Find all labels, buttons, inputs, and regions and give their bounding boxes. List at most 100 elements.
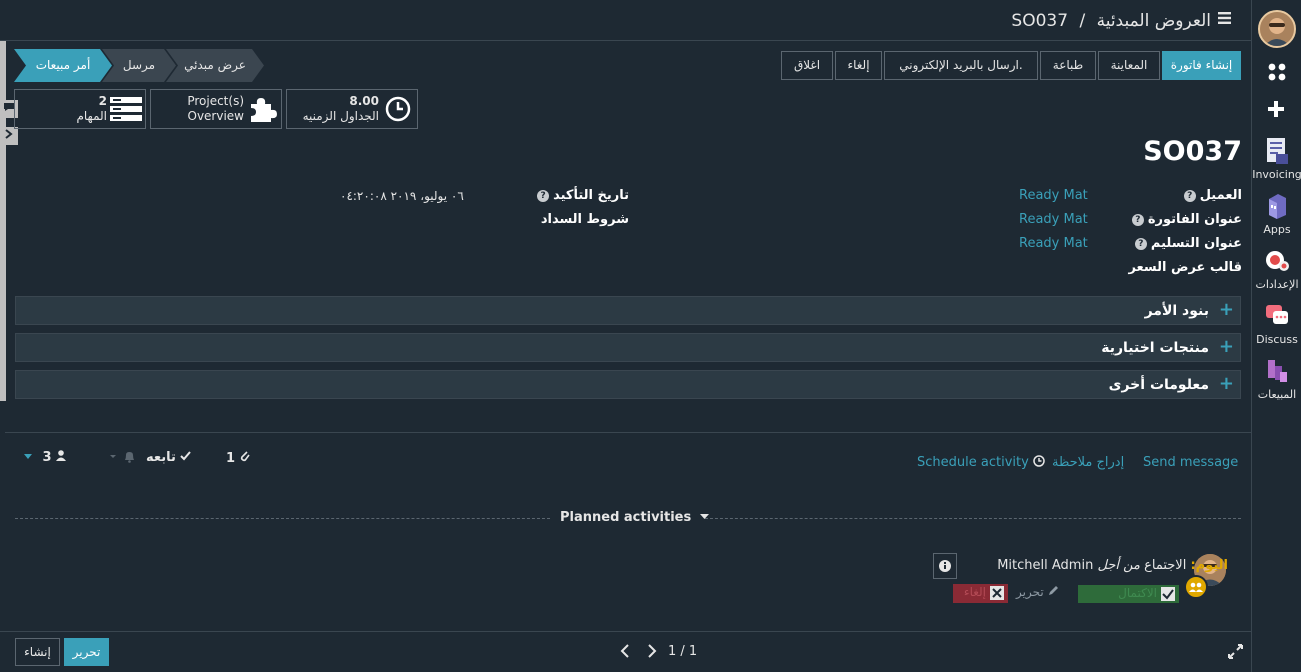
caret-down-icon	[699, 514, 709, 519]
breadcrumb-separator: /	[1079, 11, 1086, 31]
sales-icon	[1268, 360, 1287, 382]
pager-next-icon[interactable]	[647, 644, 657, 662]
record-title: SO037	[1143, 136, 1242, 167]
app-apps[interactable]: Apps	[1252, 191, 1301, 236]
follow-button[interactable]: تابعه	[146, 450, 192, 465]
section-optional-products-title: منتجات اختيارية	[1101, 340, 1209, 356]
app-sales[interactable]: المبيعات	[1252, 356, 1301, 401]
send-email-button[interactable]: ارسال بالبريد الإلكتروني.	[884, 51, 1038, 80]
pager-value: 1 / 1	[668, 644, 698, 659]
status-step-draft-label: عرض مبدئي	[184, 58, 246, 72]
section-optional-products[interactable]: + منتجات اختيارية	[15, 333, 1241, 362]
user-icon	[56, 450, 67, 461]
check-icon	[1161, 587, 1175, 601]
bell-icon[interactable]	[110, 451, 138, 467]
close-icon	[990, 586, 1004, 600]
clock-icon	[385, 96, 411, 122]
schedule-activity-button[interactable]: Schedule activity	[917, 455, 1045, 470]
edit-button[interactable]: تحرير	[64, 638, 109, 666]
tasks-stat-button[interactable]: 2 المهام	[14, 89, 146, 129]
fullscreen-icon[interactable]	[1228, 644, 1243, 663]
breadcrumb-parent[interactable]: العروض المبدئية	[1097, 11, 1211, 31]
expand-plus-icon: +	[1218, 336, 1234, 357]
section-other-info-title: معلومات أخرى	[1108, 377, 1209, 393]
activity-summary: اليوم: الاجتماع من أجل Mitchell Admin	[997, 558, 1228, 573]
clock-icon	[1033, 455, 1045, 467]
help-icon[interactable]: ?	[1134, 238, 1147, 250]
left-scroll-strip	[0, 41, 6, 401]
planned-activities-label: Planned activities	[560, 510, 692, 525]
app-settings-label: الإعدادات	[1255, 278, 1299, 291]
user-avatar[interactable]	[1258, 10, 1296, 48]
customer-value[interactable]: Ready Mat	[1019, 188, 1088, 203]
activity-edit-button[interactable]: تحرير	[1016, 585, 1059, 599]
close-button[interactable]: اغلاق	[781, 51, 833, 80]
status-step-sales-order[interactable]: أمر مبيعات	[14, 49, 112, 82]
breadcrumb-current: SO037	[1011, 11, 1069, 31]
delivery-address-value[interactable]: Ready Mat	[1019, 236, 1088, 251]
attachments-button[interactable]: 1	[226, 450, 250, 466]
timesheets-label: الجداول الزمنيه	[302, 109, 379, 123]
activity-cancel-button[interactable]: إلغاء	[953, 584, 1008, 603]
attachments-count: 1	[226, 451, 236, 466]
mark-done-button[interactable]: الاكتمال	[1078, 585, 1179, 603]
activity-cancel-label: إلغاء	[963, 585, 986, 599]
create-button[interactable]: إنشاء	[15, 638, 60, 666]
tasks-value: 2	[98, 94, 107, 108]
activity-edit-label: تحرير	[1016, 585, 1044, 599]
apps-grid-icon[interactable]	[1268, 63, 1286, 85]
puzzle-icon	[251, 98, 277, 122]
planned-activities-toggle[interactable]: Planned activities	[560, 510, 709, 525]
app-invoicing[interactable]: Invoicing	[1252, 136, 1301, 181]
log-note-button[interactable]: إدراج ملاحظة	[1052, 455, 1124, 470]
customer-label: العميل?	[1180, 188, 1242, 203]
followers-count: 3	[42, 450, 52, 465]
mark-done-label: الاكتمال	[1118, 586, 1157, 600]
app-settings[interactable]: الإعدادات	[1252, 246, 1301, 291]
help-icon[interactable]: ?	[537, 190, 550, 202]
status-step-sent-label: مرسل	[122, 58, 156, 72]
plus-icon[interactable]	[1268, 101, 1284, 121]
app-apps-label: Apps	[1263, 223, 1291, 236]
cancel-button[interactable]: إلغاء	[835, 51, 882, 80]
projects-overview-button[interactable]: Project(s) Overview	[150, 89, 282, 129]
print-button[interactable]: طباعة	[1040, 51, 1096, 80]
schedule-activity-label: Schedule activity	[917, 455, 1029, 470]
app-discuss[interactable]: Discuss	[1252, 301, 1301, 346]
section-order-lines[interactable]: + بنود الأمر	[15, 296, 1241, 325]
settings-icon	[1266, 251, 1289, 271]
activity-text: الاجتماع	[1144, 558, 1187, 573]
activity-user: Mitchell Admin	[997, 558, 1094, 573]
pager-prev-icon[interactable]	[620, 644, 630, 662]
activity-info-icon[interactable]	[933, 553, 957, 579]
hamburger-icon[interactable]	[1217, 9, 1231, 29]
tasks-icon	[110, 97, 142, 121]
invoice-address-value[interactable]: Ready Mat	[1019, 212, 1088, 227]
expand-plus-icon: +	[1218, 299, 1234, 320]
status-step-sales-order-label: أمر مبيعات	[35, 58, 91, 72]
pencil-icon	[1048, 586, 1058, 595]
dropdown-caret-icon	[24, 454, 32, 459]
timesheets-stat-button[interactable]: 8.00 الجداول الزمنيه	[286, 89, 418, 129]
breadcrumb: العروض المبدئية / SO037	[1011, 9, 1231, 31]
expand-panel-icon[interactable]	[0, 127, 18, 145]
app-invoicing-label: Invoicing	[1252, 168, 1301, 181]
send-message-button[interactable]: Send message	[1143, 455, 1238, 470]
quote-template-label: قالب عرض السعر	[1128, 260, 1242, 275]
help-icon[interactable]: ?	[1183, 190, 1196, 202]
planned-activities-separator-right	[705, 518, 1241, 519]
delivery-address-label: عنوان التسليم?	[1131, 236, 1242, 251]
create-invoice-button[interactable]: إنشاء فاتورة	[1162, 51, 1241, 80]
app-sales-label: المبيعات	[1257, 388, 1297, 401]
status-step-draft[interactable]: عرض مبدئي	[166, 49, 264, 82]
preview-button[interactable]: المعاينة	[1098, 51, 1160, 80]
apps-icon	[1269, 194, 1286, 219]
followers-button[interactable]: 3	[24, 450, 67, 465]
projects-label-line1: Project(s)	[187, 94, 244, 108]
app-sidebar: Invoicing Apps الإعدادات Discuss المبيعا…	[1251, 0, 1301, 672]
help-icon[interactable]: ?	[1131, 214, 1144, 226]
timesheets-value: 8.00	[349, 94, 379, 108]
section-other-info[interactable]: + معلومات أخرى	[15, 370, 1241, 399]
status-step-sent[interactable]: مرسل	[102, 49, 176, 82]
section-order-lines-title: بنود الأمر	[1144, 303, 1209, 319]
